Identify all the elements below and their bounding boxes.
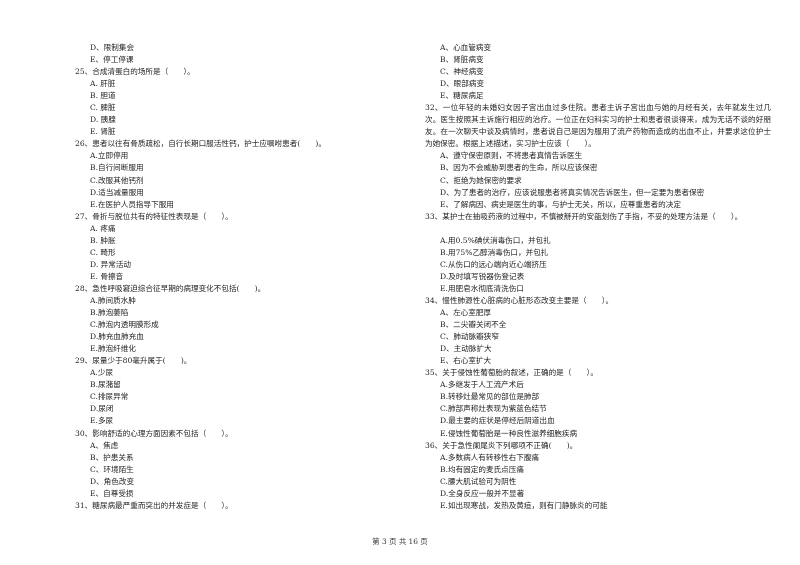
answer-option: B.用75%乙醇消毒伤口，并包扎: [440, 247, 549, 257]
answer-option: E.侵蚀性葡萄胎是一种良性滋养细胞疾病: [440, 428, 578, 438]
answer-option: A、左心室肥厚: [440, 308, 492, 318]
answer-option: D.尿闭: [90, 404, 114, 414]
answer-option: E. 肾脏: [90, 127, 116, 137]
question-stem: 35、关于侵蚀性葡萄胎的叙述，正确的是（ ）。: [425, 368, 598, 378]
answer-option: A. 疼痛: [90, 223, 116, 233]
answer-option: B.尿潴留: [90, 380, 121, 390]
question-stem: 33、某护士在抽吸药液的过程中，不慎被掰开的安瓿划伤了手指，不妥的处理方法是（ …: [425, 211, 743, 221]
answer-option: D、眼部病变: [440, 79, 485, 89]
answer-option: E.肺泡纤维化: [90, 344, 136, 354]
question-stem: 32、一位年轻的未婚妇女因子宫出血过多住院。患者主诉子宫出血与她的月经有关，去年…: [425, 103, 771, 149]
answer-option: E、停工停课: [90, 55, 134, 65]
answer-option: E、了解病因、病史是医生的事，与护士无关，所以，应尊重患者的决定: [440, 199, 681, 209]
answer-option: E.在医护人员指导下服用: [90, 199, 174, 209]
answer-option: D.全身反应一般并不显著: [440, 488, 525, 498]
answer-option: D、角色改变: [90, 476, 135, 486]
answer-option: C.腰大肌试验可为阴性: [440, 476, 517, 486]
answer-option: A. 肝脏: [90, 79, 116, 89]
question-stem: 34、慢性肺源性心脏病的心脏形态改变主要是（ ）。: [425, 295, 614, 305]
answer-option: C、环境陌生: [90, 464, 134, 474]
answer-option: B.肺泡萎陷: [90, 308, 129, 318]
answer-option: D、主动脉扩大: [440, 344, 492, 354]
answer-option: A、遵守保密原则，不将患者真情告诉医生: [440, 151, 583, 161]
answer-option: B、二尖瓣关闭不全: [440, 320, 507, 330]
page-footer: 第 3 页 共 16 页: [372, 537, 428, 546]
answer-option: D、限制集会: [90, 43, 135, 52]
answer-option: C.从伤口的远心端向近心端挤压: [440, 259, 547, 269]
answer-option: E.用肥皂水彻底清洗伤口: [440, 283, 524, 293]
answer-option: C. 畸形: [90, 247, 116, 257]
answer-option: D.及时填写锐器伤登记表: [440, 271, 525, 281]
answer-option: B.均有固定的麦氏点压痛: [440, 464, 524, 474]
question-stem: 29、尿量少于80毫升属于( )。: [75, 356, 192, 366]
answer-option: B. 胆道: [90, 91, 116, 101]
answer-option: D.最主要的症状是停经后阴道出血: [440, 416, 555, 426]
answer-option: E.多尿: [90, 416, 114, 426]
answer-option: A.用0.5%碘伏消毒伤口，并包扎: [440, 235, 551, 245]
answer-option: C、肺动脉瓣狭窄: [440, 332, 499, 342]
answer-option: A、焦虑: [90, 440, 119, 450]
answer-option: B.转移灶最常见的部位是肺部: [440, 392, 540, 402]
answer-option: B. 肿胀: [90, 235, 116, 245]
question-stem: 25、合成清蛋白的场所是（ ）。: [75, 67, 195, 77]
answer-option: B、护患关系: [90, 452, 134, 462]
answer-option: E、糖尿病足: [440, 91, 484, 101]
question-stem: 36、关于急性阑尾炎下列哪项不正确( )。: [425, 440, 578, 450]
question-stem: 26、患者以往有骨质疏松，自行长期口服活性钙，护士应嘱咐患者( )。: [75, 139, 326, 149]
left-column: D、限制集会 E、停工停课 25、合成清蛋白的场所是（ ）。 A. 肝脏 B. 胆道 C.…: [75, 42, 395, 512]
answer-option: C.改服其他钙剂: [90, 175, 144, 185]
question-stem: 31、糖尿病最严重而突出的并发症是（ ）。: [75, 500, 233, 510]
answer-option: B、因为不会威胁到患者的生命，所以应该保密: [440, 163, 598, 173]
answer-option: A.立即停用: [90, 151, 129, 161]
answer-option: A.肺间质水肿: [90, 295, 136, 305]
answer-option: E、右心室扩大: [440, 356, 492, 366]
answer-option: D.肺充血肺充血: [90, 332, 144, 342]
answer-option: A.少尿: [90, 368, 114, 378]
question-stem: 27、骨折与脱位共有的特征性表现是（ ）。: [75, 211, 233, 221]
answer-option: D. 异常活动: [90, 259, 132, 269]
answer-option: E、自尊受损: [90, 488, 134, 498]
answer-option: B、肾脏病变: [440, 55, 484, 65]
answer-option: D.适当减量服用: [90, 187, 144, 197]
right-column: A、心血管病变 B、肾脏病变 C、神经病变 D、眼部病变 E、糖尿病足 32、一位年轻的未…: [425, 42, 771, 512]
answer-option: C、神经病变: [440, 67, 484, 77]
answer-option: A.多继发于人工流产术后: [440, 380, 524, 390]
answer-option: D、为了患者的治疗，应该说服患者将真实情况告诉医生，但一定要为患者保密: [440, 187, 705, 197]
answer-option: A、心血管病变: [440, 43, 492, 52]
answer-option: C. 脾脏: [90, 103, 116, 113]
question-stem: 30、影响舒适的心理方面因素不包括（ ）。: [75, 428, 233, 438]
answer-option: C.肺泡内透明膜形成: [90, 320, 159, 330]
answer-option: B.自行间断服用: [90, 163, 144, 173]
question-stem: 28、急性呼吸窘迫综合征早期的病理变化不包括( )。: [75, 283, 266, 293]
answer-option: C.肺部声称灶表现为紫蓝色结节: [440, 404, 547, 414]
answer-option: A.多数病人有转移性右下腹痛: [440, 452, 540, 462]
answer-option: C、拒绝为她保密的要求: [440, 175, 522, 185]
answer-option: E. 骨擦音: [90, 271, 124, 281]
answer-option: E.如出现寒战，发热及黄疸，则有门静脉炎的可能: [440, 500, 608, 510]
answer-option: D. 胰腺: [90, 115, 116, 125]
answer-option: C.排尿异常: [90, 392, 129, 402]
